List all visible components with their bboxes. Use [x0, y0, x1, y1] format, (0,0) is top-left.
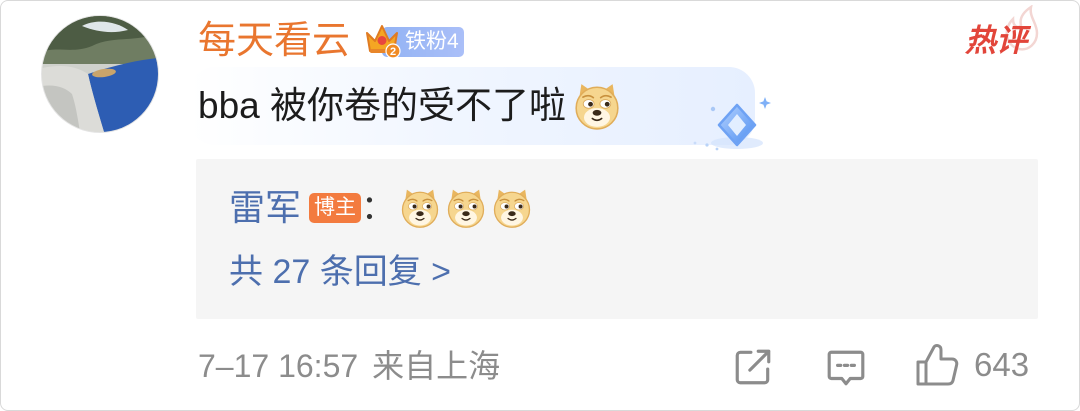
doge-emoji-icon — [445, 187, 487, 229]
reply-author[interactable]: 雷军 — [229, 185, 301, 231]
fan-badge[interactable]: 铁粉4 2 — [362, 21, 466, 61]
crown-icon: 2 — [366, 25, 401, 59]
diamond-gem-icon — [693, 97, 771, 151]
doge-emoji-icon — [491, 187, 533, 229]
doge-emoji-icon — [399, 187, 441, 229]
hot-comment-label: 热评 — [965, 23, 1027, 58]
timestamp: 7–17 16:57 — [198, 348, 359, 384]
view-all-replies-link[interactable]: 共 27 条回复 > — [229, 249, 451, 295]
reply-item[interactable]: 雷军 博主 ： — [229, 185, 533, 231]
doge-emoji-icon — [572, 81, 622, 131]
reply-preview[interactable]: 雷军 博主 ： 共 27 条回复 > — [196, 159, 1038, 319]
share-button[interactable] — [732, 346, 774, 388]
comment-header: 每天看云 铁粉4 2 — [198, 18, 466, 64]
like-count: 643 — [974, 346, 1030, 383]
username[interactable]: 每天看云 — [198, 18, 350, 64]
comment-meta: 7–17 16:57 来自上海 — [198, 343, 500, 389]
reply-separator: ： — [361, 189, 396, 227]
share-icon — [735, 349, 771, 385]
comment-card: 每天看云 铁粉4 2 热评 bba 被你卷的受不了啦 雷军 博主 ： 共 27 … — [0, 0, 1080, 411]
comment-icon — [827, 350, 865, 386]
avatar-photo — [42, 16, 158, 132]
comment-body[interactable]: bba 被你卷的受不了啦 — [198, 79, 622, 133]
like-button[interactable]: 643 — [914, 342, 1029, 388]
blogger-badge: 博主 — [309, 193, 362, 223]
location-source: 来自上海 — [372, 348, 501, 384]
thumb-up-icon — [916, 344, 959, 386]
reply-button[interactable] — [825, 347, 867, 389]
comment-text: bba 被你卷的受不了啦 — [198, 85, 567, 126]
crown-level: 2 — [390, 46, 396, 58]
avatar[interactable] — [42, 16, 158, 132]
